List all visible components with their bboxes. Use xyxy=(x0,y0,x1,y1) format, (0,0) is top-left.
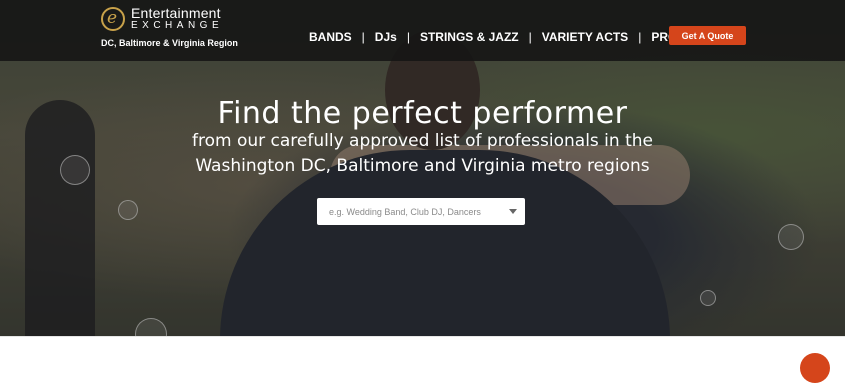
get-a-quote-button[interactable]: Get A Quote xyxy=(669,26,746,45)
chat-widget-icon[interactable] xyxy=(800,353,830,383)
nav-item-strings-jazz[interactable]: STRINGS & JAZZ xyxy=(420,30,519,44)
logo-name[interactable]: Entertainment xyxy=(131,5,221,21)
content-area-start xyxy=(0,336,845,364)
nav-separator: | xyxy=(361,30,365,44)
nav-item-djs[interactable]: DJs xyxy=(375,30,397,44)
nav-separator: | xyxy=(528,30,532,44)
region-label: DC, Baltimore & Virginia Region xyxy=(101,38,238,48)
nav-separator: | xyxy=(638,30,642,44)
chevron-down-icon[interactable] xyxy=(509,209,517,214)
top-navigation-bar: e Entertainment EXCHANGE DC, Baltimore &… xyxy=(0,0,845,61)
nav-item-bands[interactable]: BANDS xyxy=(309,30,352,44)
logo-icon[interactable]: e xyxy=(101,7,125,31)
nav-item-variety-acts[interactable]: VARIETY ACTS xyxy=(542,30,628,44)
hero-subline: from our carefully approved list of prof… xyxy=(191,131,653,176)
nav-separator: | xyxy=(406,30,410,44)
hero-headline: Find the perfect performer xyxy=(217,96,628,131)
search-input[interactable] xyxy=(327,205,506,218)
logo-subname[interactable]: EXCHANGE xyxy=(131,20,223,31)
performer-search[interactable] xyxy=(317,198,525,225)
